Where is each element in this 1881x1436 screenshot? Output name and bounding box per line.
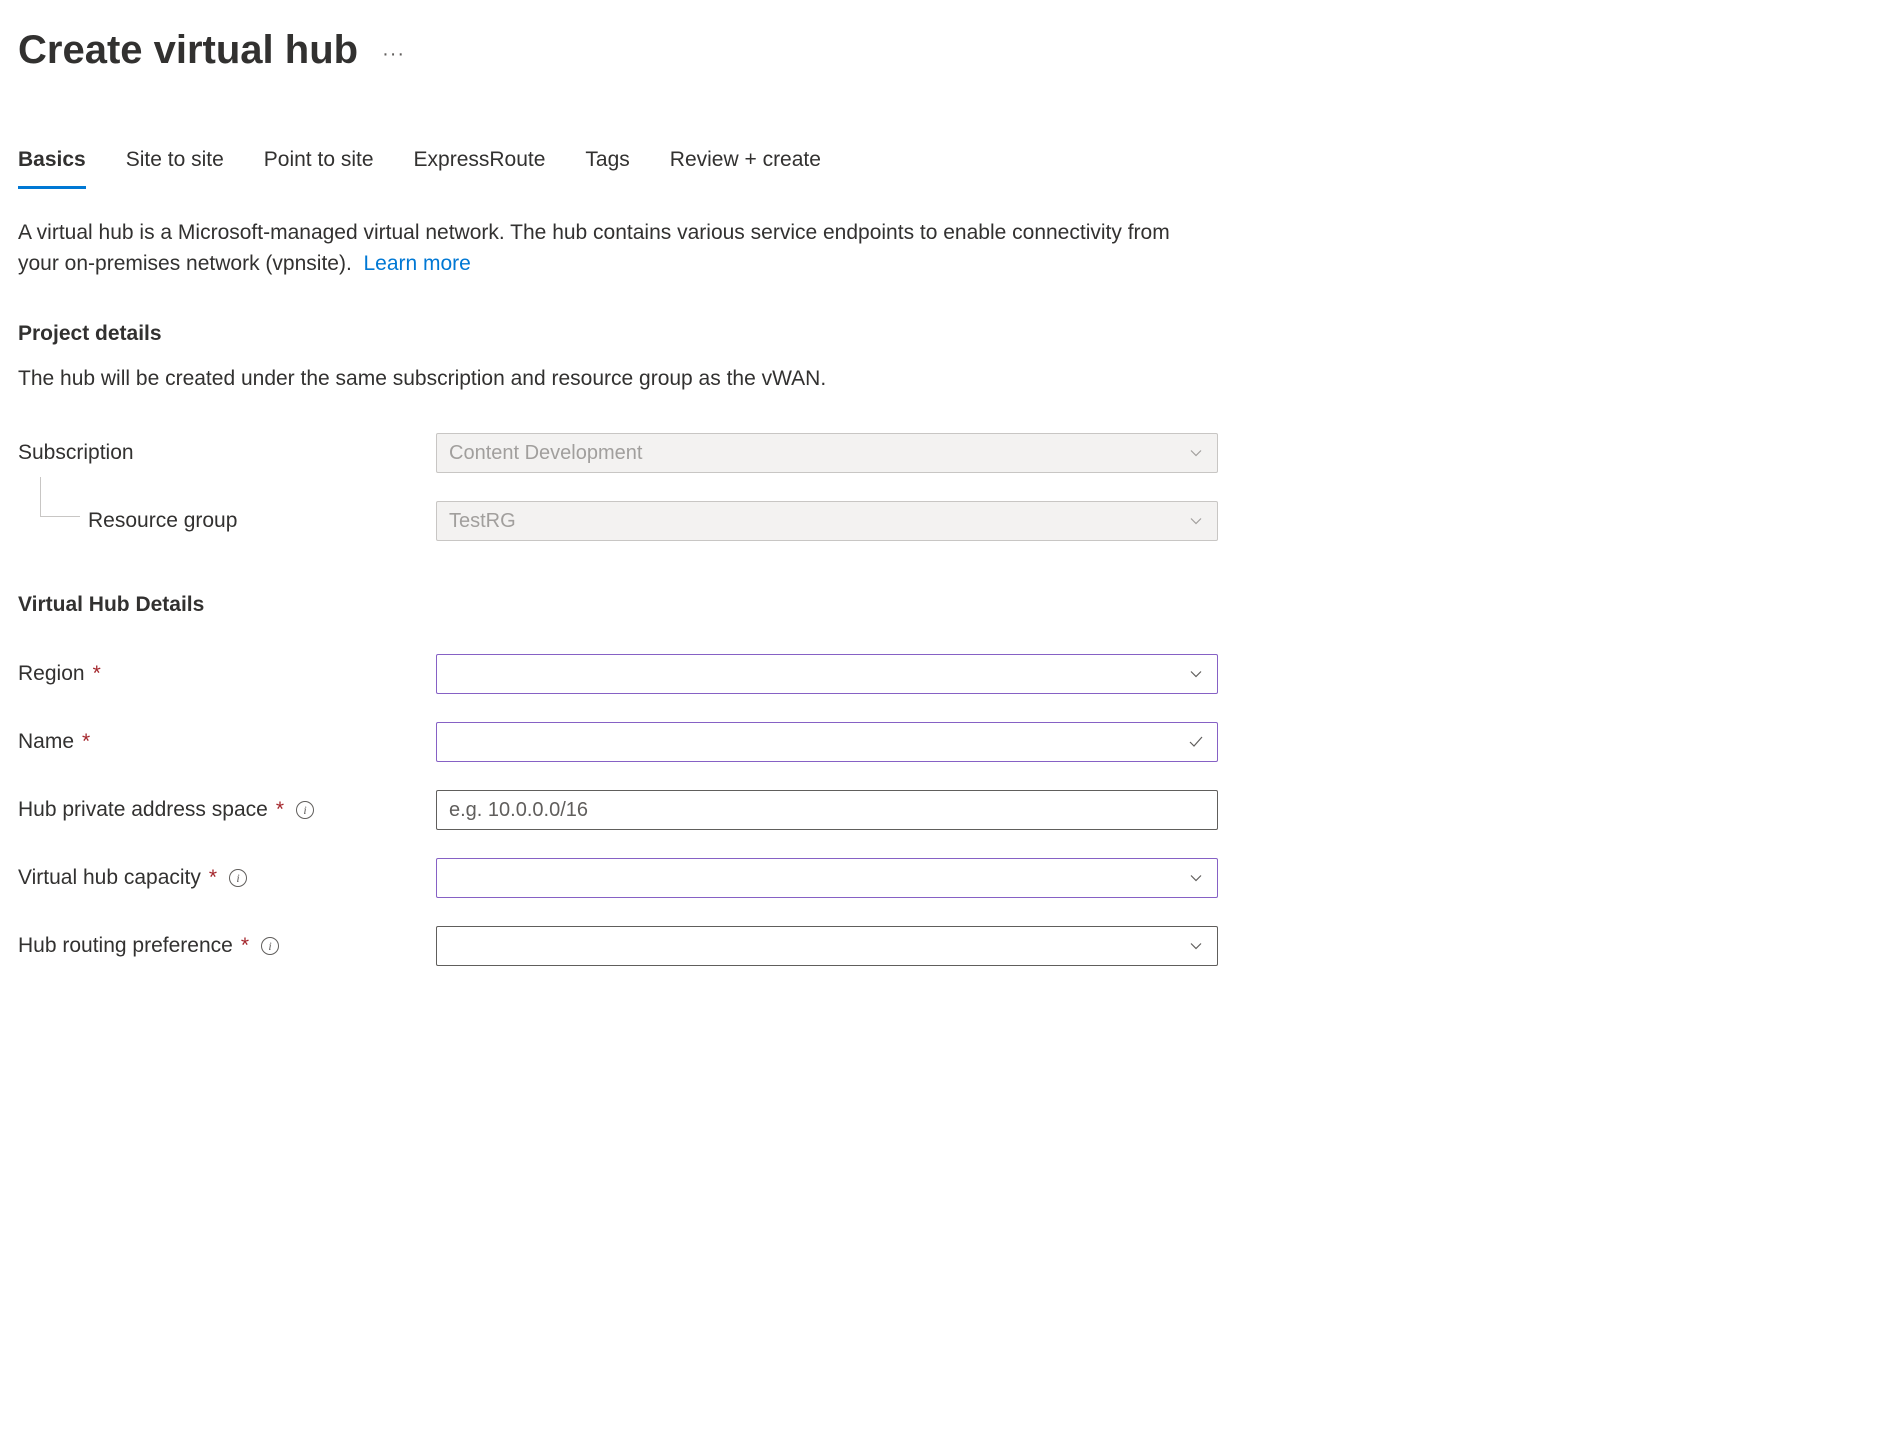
required-indicator: *: [241, 930, 249, 962]
subscription-dropdown: Content Development: [436, 433, 1218, 473]
region-label: Region*: [18, 658, 436, 690]
resource-group-label: Resource group: [18, 505, 436, 537]
intro-description: A virtual hub is a Microsoft-managed vir…: [18, 221, 1170, 276]
capacity-row: Virtual hub capacity* i: [18, 858, 1863, 898]
tab-tags[interactable]: Tags: [585, 140, 629, 188]
resource-group-row: Resource group TestRG: [18, 501, 1863, 541]
page-header: Create virtual hub ···: [18, 20, 1863, 80]
project-details-heading: Project details: [18, 318, 1863, 350]
name-label: Name*: [18, 726, 436, 758]
chevron-down-icon: [1187, 869, 1205, 887]
address-space-input[interactable]: e.g. 10.0.0.0/16: [436, 790, 1218, 830]
required-indicator: *: [93, 658, 101, 690]
tab-review-create[interactable]: Review + create: [670, 140, 821, 188]
tab-point-to-site[interactable]: Point to site: [264, 140, 374, 188]
name-input[interactable]: [436, 722, 1218, 762]
chevron-down-icon: [1187, 444, 1205, 462]
tab-bar: Basics Site to site Point to site Expres…: [18, 140, 1863, 189]
virtual-hub-details-heading: Virtual Hub Details: [18, 589, 1863, 621]
project-details-description: The hub will be created under the same s…: [18, 363, 1863, 395]
routing-preference-dropdown[interactable]: [436, 926, 1218, 966]
page-title: Create virtual hub: [18, 20, 358, 80]
capacity-dropdown[interactable]: [436, 858, 1218, 898]
intro-text: A virtual hub is a Microsoft-managed vir…: [18, 217, 1213, 280]
more-options-icon[interactable]: ···: [382, 39, 405, 69]
subscription-value: Content Development: [449, 438, 1187, 468]
required-indicator: *: [276, 794, 284, 826]
subscription-row: Subscription Content Development: [18, 433, 1863, 473]
address-space-row: Hub private address space* i e.g. 10.0.0…: [18, 790, 1863, 830]
learn-more-link[interactable]: Learn more: [363, 252, 470, 275]
resource-group-value: TestRG: [449, 506, 1187, 536]
subscription-label: Subscription: [18, 437, 436, 469]
tab-expressroute[interactable]: ExpressRoute: [414, 140, 546, 188]
name-row: Name*: [18, 722, 1863, 762]
chevron-down-icon: [1187, 512, 1205, 530]
routing-preference-label: Hub routing preference* i: [18, 930, 436, 962]
info-icon[interactable]: i: [296, 801, 314, 819]
required-indicator: *: [82, 726, 90, 758]
info-icon[interactable]: i: [261, 937, 279, 955]
address-space-label: Hub private address space* i: [18, 794, 436, 826]
info-icon[interactable]: i: [229, 869, 247, 887]
tab-basics[interactable]: Basics: [18, 140, 86, 188]
routing-preference-row: Hub routing preference* i: [18, 926, 1863, 966]
checkmark-icon: [1187, 733, 1205, 751]
address-space-placeholder: e.g. 10.0.0.0/16: [449, 795, 1205, 825]
resource-group-dropdown: TestRG: [436, 501, 1218, 541]
chevron-down-icon: [1187, 937, 1205, 955]
region-dropdown[interactable]: [436, 654, 1218, 694]
tree-connector-icon: [40, 477, 80, 517]
tab-site-to-site[interactable]: Site to site: [126, 140, 224, 188]
chevron-down-icon: [1187, 665, 1205, 683]
required-indicator: *: [209, 862, 217, 894]
capacity-label: Virtual hub capacity* i: [18, 862, 436, 894]
region-row: Region*: [18, 654, 1863, 694]
